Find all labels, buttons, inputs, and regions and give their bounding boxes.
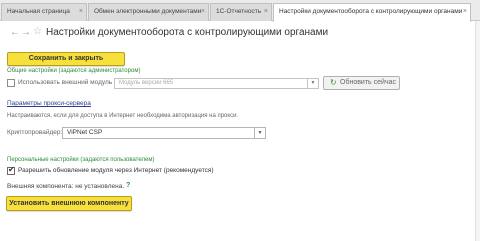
tab-1c-reporting[interactable]: 1С-Отчетность × — [210, 3, 272, 21]
tab-label: Обмен электронными документами — [94, 8, 202, 15]
tab-edo-exchange[interactable]: Обмен электронными документами × — [88, 3, 209, 21]
use-external-module-checkbox[interactable] — [7, 79, 15, 87]
save-and-close-button[interactable]: Сохранить и закрыть — [7, 52, 125, 66]
module-version-field: Модуль версии 665 ▼ — [114, 78, 319, 89]
vertical-scrollbar[interactable] — [475, 21, 480, 241]
refresh-icon: ↻ — [330, 78, 337, 87]
refresh-now-label: Обновить сейчас — [340, 79, 396, 86]
chevron-down-icon[interactable]: ▼ — [254, 128, 265, 138]
tab-document-flow-settings[interactable]: Настройки документооборота с контролирую… — [273, 3, 471, 22]
tab-label: Начальная страница — [7, 8, 70, 15]
favorite-star-icon[interactable]: ☆ — [33, 27, 42, 37]
tab-label: Настройки документооборота с контролирую… — [279, 8, 463, 15]
personal-settings-header: Персональные настройки (задаются пользов… — [7, 157, 155, 163]
tab-close-icon[interactable]: × — [79, 4, 83, 20]
tab-label: 1С-Отчетность — [216, 8, 262, 15]
proxy-settings-link[interactable]: Параметры прокси-сервера — [7, 100, 91, 107]
external-component-status: Внешняя компонента: не установлена. — [7, 183, 125, 190]
chevron-down-icon: ▼ — [307, 79, 318, 88]
help-icon[interactable]: ? — [126, 182, 130, 189]
allow-update-checkbox[interactable]: ✔ — [7, 165, 15, 175]
module-version-value: Модуль версии 665 — [119, 80, 174, 86]
tab-close-icon[interactable]: × — [201, 4, 205, 20]
use-external-module-label[interactable]: Использовать внешний модуль — [18, 79, 112, 86]
tab-close-icon[interactable]: × — [463, 4, 467, 20]
crypto-provider-label: Криптопровайдер: — [7, 129, 63, 136]
checkmark-icon: ✔ — [8, 165, 15, 174]
forward-arrow-icon[interactable]: → — [21, 28, 31, 38]
refresh-now-button[interactable]: ↻ Обновить сейчас — [323, 76, 400, 90]
proxy-hint-text: Настраиваются, если для доступа в Интерн… — [7, 113, 239, 119]
tab-bar: Начальная страница × Обмен электронными … — [0, 0, 480, 22]
page-title: Настройки документооборота с контролирую… — [46, 27, 329, 38]
crypto-provider-select[interactable]: ViPNet CSP ▼ — [62, 127, 266, 139]
allow-update-label[interactable]: Разрешить обновление модуля через Интерн… — [18, 167, 214, 174]
back-arrow-icon[interactable]: ← — [10, 28, 20, 38]
tab-close-icon[interactable]: × — [264, 4, 268, 20]
install-external-component-button[interactable]: Установить внешнюю компоненту — [6, 196, 132, 211]
tab-home-page[interactable]: Начальная страница × — [1, 3, 87, 21]
general-settings-header: Общие настройки (задаются администраторо… — [7, 68, 141, 74]
crypto-provider-value: ViPNet CSP — [67, 129, 103, 136]
